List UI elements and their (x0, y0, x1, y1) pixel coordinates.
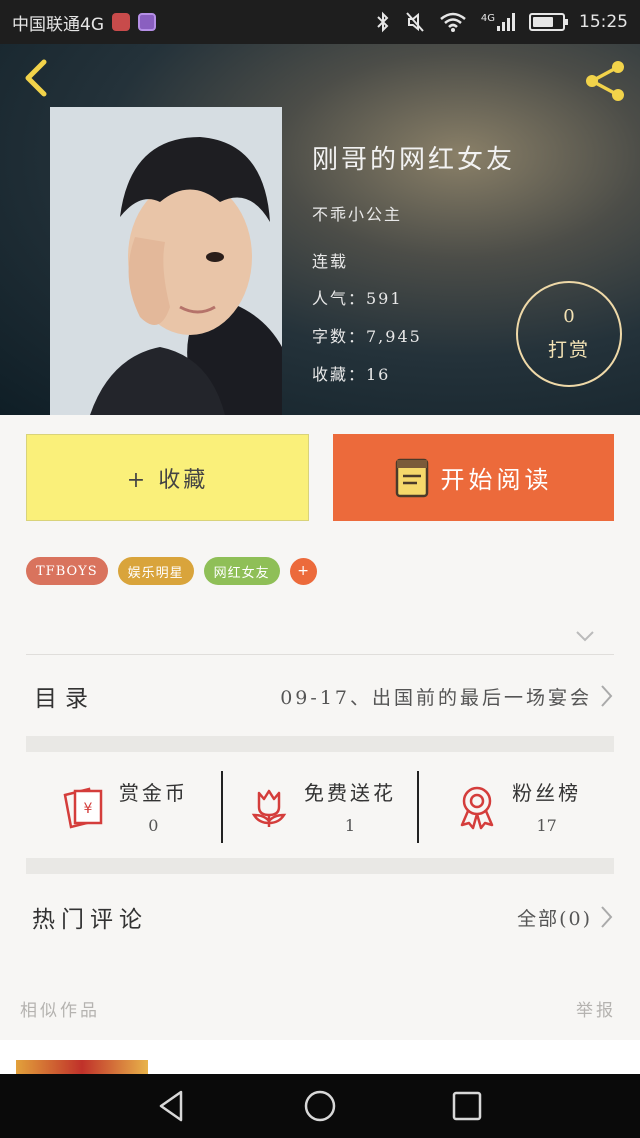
book-icon (395, 458, 428, 497)
network-type-label: 4G (480, 13, 495, 24)
stat-value: 17 (536, 816, 557, 835)
expand-chevron-down-icon[interactable] (574, 628, 596, 644)
back-arrow-icon[interactable] (18, 58, 54, 98)
flower-icon (251, 789, 287, 827)
table-of-contents-row[interactable]: 目录 09-17、出国前的最后一场宴会 (26, 655, 614, 737)
report-link[interactable]: 举报 (576, 996, 616, 1021)
reward-count: 0 (563, 306, 575, 327)
app-notification-icon (112, 13, 130, 31)
latest-chapter: 09-17、出国前的最后一场宴会 (280, 686, 592, 709)
stat-label: 免费送花 (304, 781, 396, 805)
signal-strength-icon (497, 13, 515, 31)
hot-comments-title: 热门评论 (32, 907, 148, 933)
nav-recents-icon[interactable] (447, 1086, 487, 1126)
add-tag-button[interactable]: + (289, 557, 317, 585)
mute-icon (406, 12, 424, 32)
battery-fill (533, 17, 553, 27)
section-separator (26, 858, 614, 874)
book-header: 刚哥的网红女友 不乖小公主 连载 人气：591 字数：7,945 收藏：16 0… (0, 44, 640, 415)
system-navigation-bar (0, 1074, 640, 1138)
bluetooth-icon (377, 11, 389, 33)
nav-back-icon[interactable] (153, 1086, 193, 1126)
red-envelope-icon: ¥ (63, 787, 103, 829)
carrier-label: 中国联通4G (12, 14, 104, 35)
reward-coins-stat[interactable]: ¥ 赏金币 0 (26, 755, 221, 857)
tag-list: TFBOYS 娱乐明星 网红女友 + (26, 557, 317, 585)
chevron-right-icon[interactable] (598, 904, 614, 930)
book-title: 刚哥的网红女友 (312, 145, 516, 175)
tag-entertainment-star[interactable]: 娱乐明星 (117, 557, 194, 585)
reward-label: 打赏 (547, 339, 590, 361)
share-icon[interactable] (582, 58, 628, 104)
section-separator (26, 736, 614, 752)
toc-label: 目录 (34, 686, 96, 712)
award-ribbon-icon (460, 786, 494, 830)
fan-ranking-stat[interactable]: 粉丝榜 17 (419, 755, 614, 857)
stat-label: 粉丝榜 (512, 781, 582, 805)
book-favorites: 收藏：16 (312, 365, 391, 384)
all-comments-link[interactable]: 全部(0) (517, 904, 592, 931)
book-popularity: 人气：591 (312, 289, 403, 308)
chevron-right-icon (601, 685, 613, 707)
reward-button[interactable]: 0 打赏 (516, 281, 622, 387)
collect-button[interactable]: + 收藏 (26, 434, 309, 521)
collect-button-label: + 收藏 (126, 467, 209, 493)
book-word-count: 字数：7,945 (312, 327, 422, 346)
start-reading-button[interactable]: 开始阅读 (333, 434, 614, 521)
hot-comments-row: 热门评论 全部(0) (26, 876, 614, 958)
tag-tfboys[interactable]: TFBOYS (26, 557, 108, 585)
stat-label: 赏金币 (118, 781, 188, 805)
book-cover-image[interactable] (50, 107, 282, 415)
svg-text:¥: ¥ (83, 801, 92, 817)
tag-influencer-girlfriend[interactable]: 网红女友 (203, 557, 280, 585)
stats-row: ¥ 赏金币 0 免费送花 1 粉丝榜 17 (26, 755, 614, 857)
nav-home-icon[interactable] (300, 1086, 340, 1126)
status-bar: 中国联通4G 4G 15:25 (0, 0, 640, 44)
gallery-notification-icon (138, 13, 156, 31)
clock: 15:25 (579, 12, 628, 32)
battery-icon (529, 13, 568, 31)
book-author[interactable]: 不乖小公主 (312, 201, 402, 225)
book-status: 连载 (312, 252, 349, 271)
start-reading-label: 开始阅读 (440, 466, 553, 494)
stat-value: 1 (344, 816, 356, 835)
free-flowers-stat[interactable]: 免费送花 1 (223, 755, 418, 857)
wifi-icon (440, 12, 466, 32)
similar-works-title: 相似作品 (20, 1001, 100, 1021)
stat-value: 0 (148, 816, 159, 835)
